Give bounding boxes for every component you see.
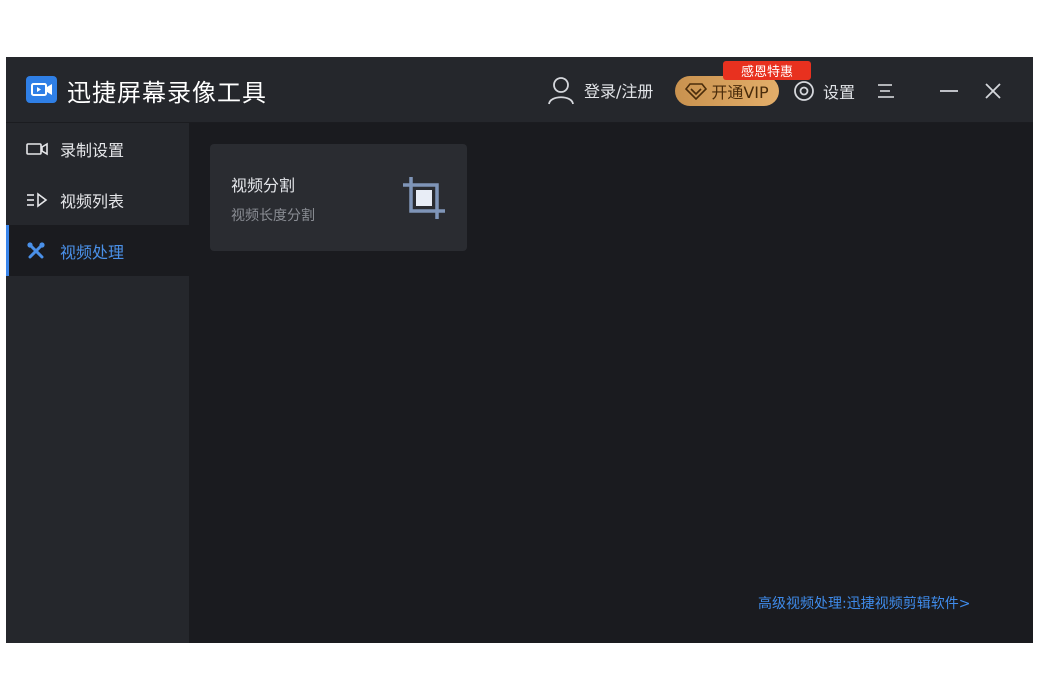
tools-icon bbox=[26, 241, 48, 260]
sidebar-item-video-processing[interactable]: 视频处理 bbox=[6, 225, 189, 276]
app-title: 迅捷屏幕录像工具 bbox=[67, 79, 267, 107]
sidebar-item-label: 视频列表 bbox=[60, 191, 125, 211]
card-title: 视频分割 bbox=[231, 176, 296, 195]
sidebar-item-label: 录制设置 bbox=[60, 140, 125, 160]
close-icon bbox=[985, 83, 1001, 99]
promo-badge: 感恩特惠 bbox=[723, 61, 811, 80]
login-register-button[interactable]: 登录/注册 bbox=[547, 73, 653, 107]
gear-icon bbox=[794, 81, 814, 101]
video-split-card[interactable]: 视频分割 视频长度分割 bbox=[210, 144, 467, 251]
settings-label: 设置 bbox=[823, 83, 856, 102]
diamond-icon bbox=[685, 83, 708, 100]
user-icon bbox=[548, 77, 574, 105]
crop-icon bbox=[401, 175, 447, 225]
minimize-icon bbox=[940, 90, 958, 92]
video-camera-logo-icon bbox=[26, 76, 57, 103]
open-vip-label: 开通VIP bbox=[711, 83, 769, 102]
open-vip-button[interactable]: 开通VIP bbox=[675, 76, 779, 106]
list-play-icon bbox=[26, 191, 48, 209]
advanced-video-editor-link[interactable]: 高级视频处理:迅捷视频剪辑软件> bbox=[758, 593, 970, 613]
login-register-label: 登录/注册 bbox=[584, 82, 654, 101]
sidebar-item-record-settings[interactable]: 录制设置 bbox=[6, 123, 189, 174]
close-button[interactable] bbox=[979, 77, 1007, 105]
menu-button[interactable] bbox=[872, 77, 900, 105]
sidebar-item-video-list[interactable]: 视频列表 bbox=[6, 174, 189, 225]
title-bar: 迅捷屏幕录像工具 登录/注册 感恩特惠 开通VIP 设置 bbox=[6, 57, 1033, 123]
sidebar: 录制设置 视频列表 视频处理 bbox=[6, 123, 189, 643]
sidebar-item-label: 视频处理 bbox=[60, 242, 125, 262]
card-subtitle: 视频长度分割 bbox=[231, 208, 315, 224]
minimize-button[interactable] bbox=[935, 77, 963, 105]
video-camera-icon bbox=[26, 140, 48, 158]
app-window: 迅捷屏幕录像工具 登录/注册 感恩特惠 开通VIP 设置 录制设置 视频列表 视… bbox=[6, 57, 1033, 643]
menu-icon bbox=[878, 84, 894, 98]
